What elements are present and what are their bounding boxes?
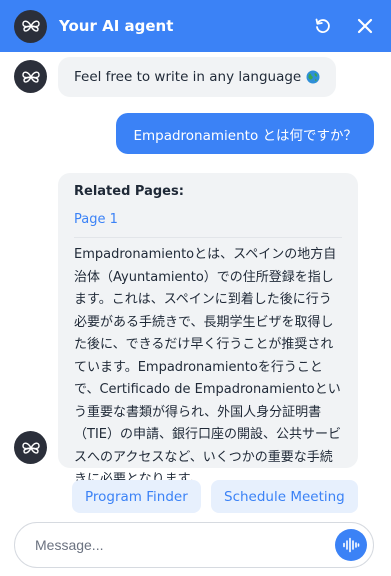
butterfly-logo-icon bbox=[14, 9, 47, 43]
globe-icon bbox=[306, 70, 320, 84]
bot-avatar bbox=[14, 60, 47, 93]
refresh-icon bbox=[315, 18, 330, 33]
bot-avatar bbox=[14, 431, 47, 464]
bot-answer-message: Related Pages: Page 1 Empadronamientoとは、… bbox=[58, 173, 358, 487]
close-button[interactable] bbox=[353, 14, 377, 38]
user-message: Empadronamiento とは何ですか？ bbox=[116, 113, 374, 154]
chat-messages[interactable]: Feel free to write in any language Empad… bbox=[0, 52, 391, 516]
quick-reply-program-finder[interactable]: Program Finder bbox=[72, 480, 201, 513]
related-page-link[interactable]: Page 1 bbox=[74, 211, 342, 229]
refresh-button[interactable] bbox=[311, 14, 335, 38]
greeting-text: Feel free to write in any language bbox=[74, 69, 302, 85]
message-input[interactable] bbox=[35, 537, 335, 553]
answer-text: Empadronamientoとは、スペインの地方自治体（Ayuntamient… bbox=[74, 247, 341, 487]
bottom-edge bbox=[0, 572, 391, 576]
close-icon bbox=[357, 18, 373, 34]
related-pages-heading: Related Pages: bbox=[74, 184, 184, 199]
voice-wave-icon bbox=[343, 537, 360, 553]
quick-reply-schedule-meeting[interactable]: Schedule Meeting bbox=[211, 480, 358, 513]
divider bbox=[74, 237, 342, 238]
bot-greeting-message: Feel free to write in any language bbox=[58, 57, 337, 97]
butterfly-logo-icon bbox=[21, 71, 40, 83]
voice-button[interactable] bbox=[335, 529, 367, 561]
chat-header: Your AI agent bbox=[0, 0, 391, 52]
header-title: Your AI agent bbox=[59, 17, 174, 35]
butterfly-logo-icon bbox=[21, 442, 40, 454]
message-composer bbox=[14, 522, 374, 568]
